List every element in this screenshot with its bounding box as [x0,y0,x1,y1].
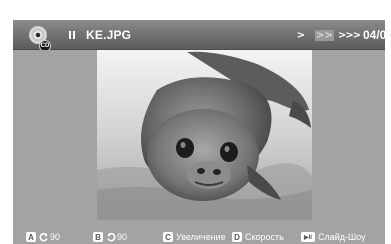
page-counter: 04/07 [363,28,391,42]
slideshow-label: Слайд-Шоу [318,232,366,242]
key-d-badge: D [232,232,242,242]
speed-indicator-slow: > [296,30,306,41]
rotate-left-label: 90 [50,232,61,242]
play-pause-icon: ▶II [301,232,315,242]
rotate-right-label: 90 [117,232,128,242]
pause-icon [69,31,76,39]
photo-viewer-screen: C D KE.JPG > >> >>> 04/07 A 90 B 90 C Уве… [0,0,391,244]
button-hints-bar: A 90 B 90 C Увеличение D Скорость ▶II Сл… [13,230,385,244]
rotate-right-hint[interactable]: B 90 [93,231,127,243]
key-b-badge: B [93,232,103,242]
key-c-badge: C [163,232,173,242]
zoom-label: Увеличение [176,232,226,242]
rotate-right-icon [107,232,116,242]
zoom-hint[interactable]: C Увеличение [163,231,226,243]
seal-photo-image [97,50,312,220]
slideshow-hint[interactable]: ▶II Слайд-Шоу [301,231,366,243]
key-a-badge: A [26,232,36,242]
rotate-left-hint[interactable]: A 90 [26,231,60,243]
speed-indicator-normal: >> [315,30,334,41]
speed-label: Скорость [245,232,284,242]
rotate-left-icon [39,232,48,242]
speed-indicator-fast: >>> [338,30,361,41]
speed-hint[interactable]: D Скорость [232,231,284,243]
seal-photo [97,50,312,220]
viewer-header: CD KE.JPG > >> >>> 04/07 [13,20,391,52]
file-name: KE.JPG [86,28,132,42]
image-viewport [13,50,385,230]
